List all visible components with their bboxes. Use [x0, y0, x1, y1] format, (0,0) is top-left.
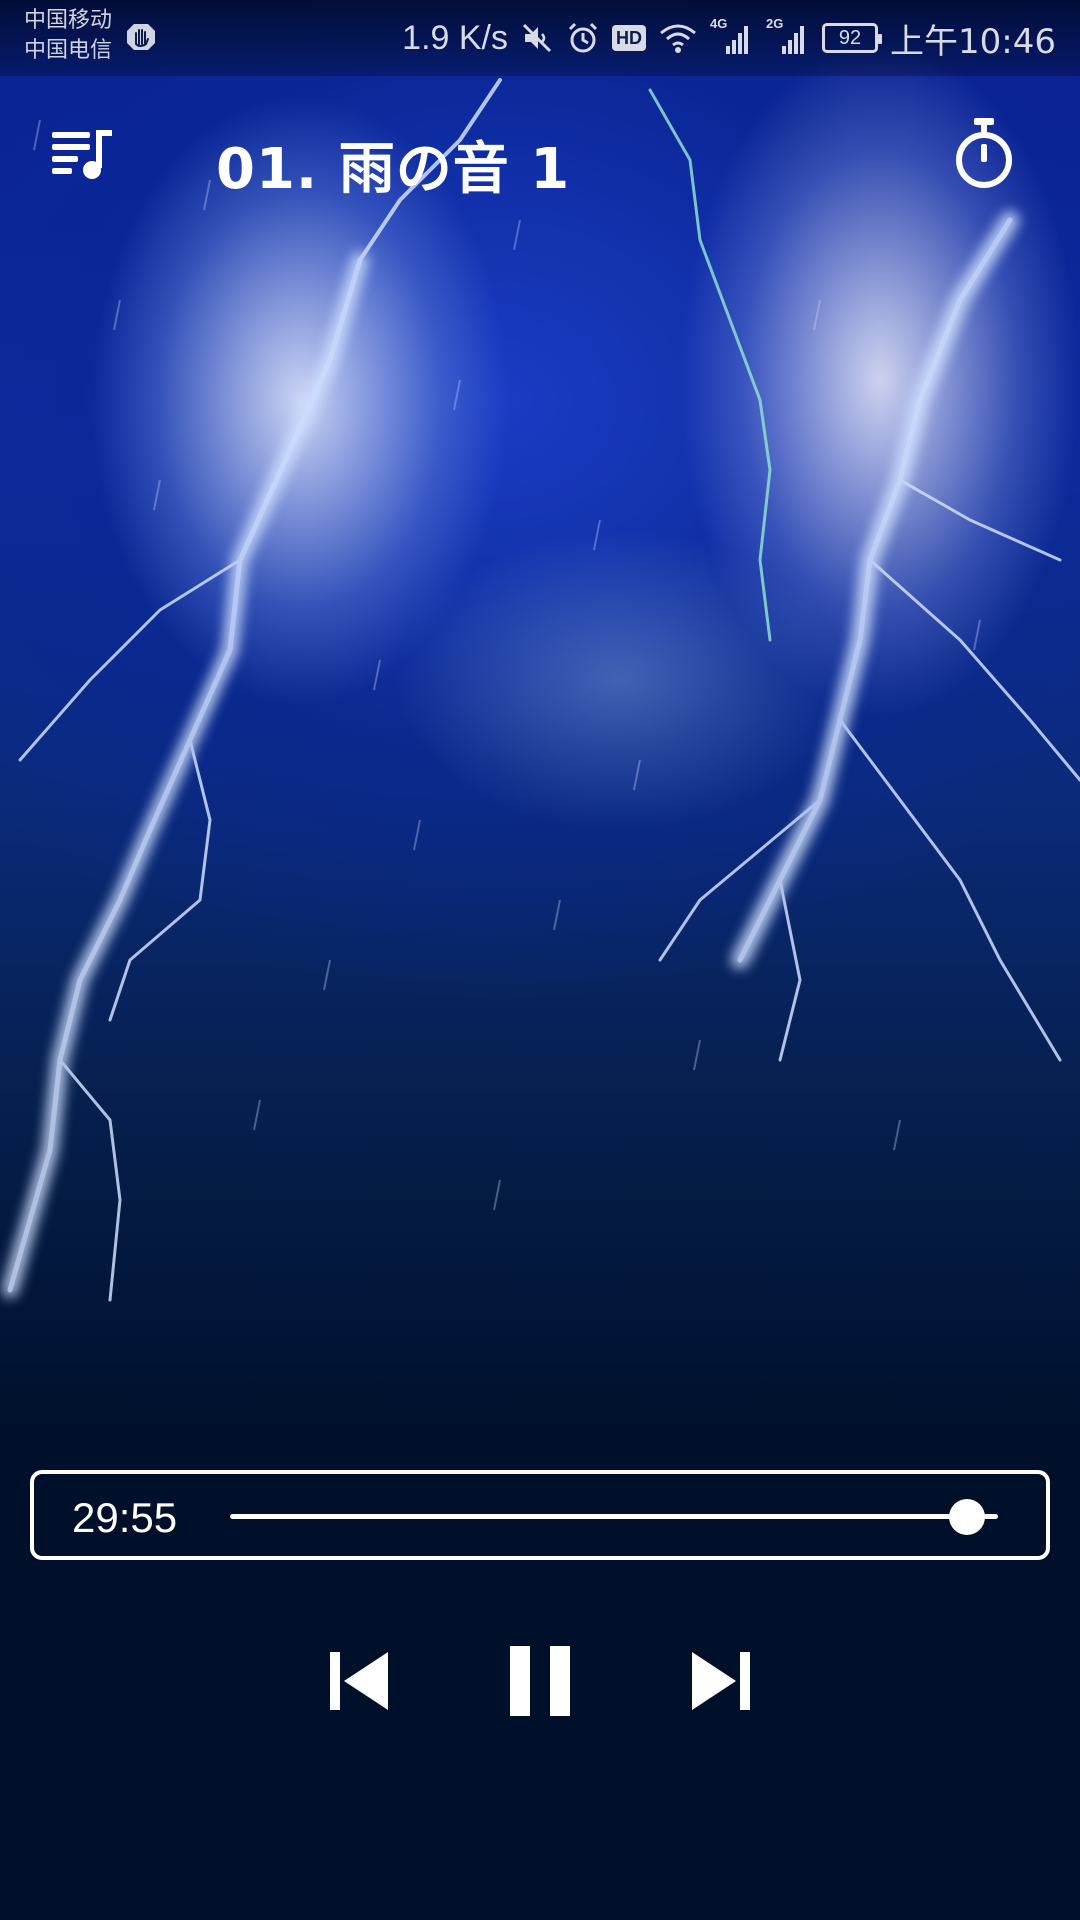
- alarm-icon: [568, 22, 598, 53]
- carrier-2: 中国电信: [24, 38, 113, 63]
- playlist-icon[interactable]: [52, 128, 116, 182]
- hand-icon: [127, 24, 155, 50]
- signal-bars-2: [782, 26, 805, 54]
- pause-icon[interactable]: [508, 1644, 572, 1718]
- stopwatch-icon[interactable]: [952, 118, 1016, 190]
- track-title: 01. 雨の音 1: [216, 137, 571, 202]
- battery-icon: 92: [822, 23, 883, 53]
- player-screen: 中国移动 中国电信 1.9 K/s HD 4G 2G 92 上午10:46 01…: [0, 0, 1080, 1920]
- carrier-1: 中国移动: [24, 8, 113, 33]
- wifi-icon: [660, 24, 696, 53]
- status-clock: 上午10:46: [890, 21, 1056, 62]
- battery-level: 92: [838, 26, 862, 49]
- status-icons: 1.9 K/s HD 4G 2G 92 上午10:46: [402, 14, 1056, 62]
- skip-next-icon[interactable]: [688, 1648, 754, 1714]
- seek-thumb[interactable]: [949, 1499, 986, 1535]
- mute-icon: [522, 23, 552, 53]
- lightning-bolts: [2, 78, 1080, 1302]
- signal-4g-icon: 4G: [710, 16, 754, 58]
- status-bar: 中国移动 中国电信 1.9 K/s HD 4G 2G 92 上午10:46: [0, 0, 1080, 76]
- signal-2g-icon: 2G: [766, 16, 810, 58]
- skip-previous-icon[interactable]: [326, 1648, 392, 1714]
- carrier-info: 中国移动 中国电信: [24, 6, 112, 66]
- elapsed-time: 29:55: [72, 1494, 178, 1541]
- progress-panel: 29:55: [30, 1470, 1050, 1560]
- seek-bar[interactable]: [230, 1499, 998, 1535]
- signal-bars-1: [726, 26, 749, 54]
- hd-icon: HD: [612, 25, 647, 51]
- network-speed: 1.9 K/s: [402, 18, 509, 57]
- storm-artwork: [0, 0, 1080, 1440]
